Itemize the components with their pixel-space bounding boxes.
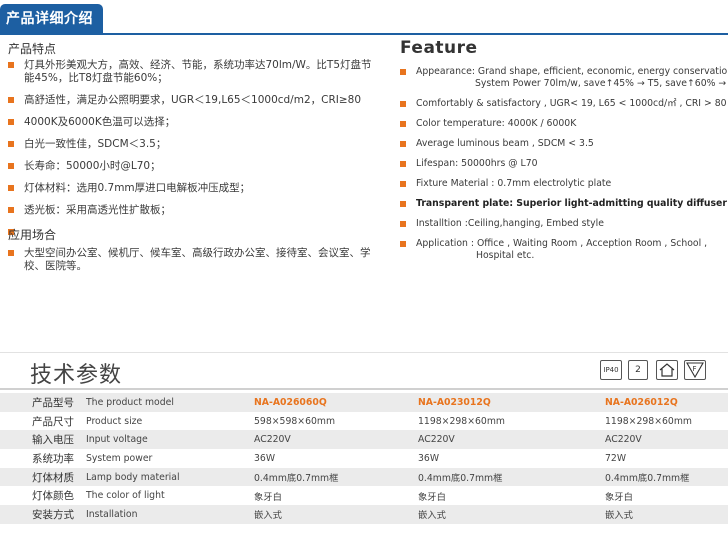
bullet-icon bbox=[8, 207, 14, 213]
header-divider bbox=[0, 33, 728, 35]
ceiling-mount-icon bbox=[656, 360, 678, 380]
cn-app-item: 大型空间办公室、候机厅、候车室、高级行政办公室、接待室、会议室、学校、医院等。 bbox=[8, 247, 378, 273]
en-feature-item: Transparent plate: Superior light-admitt… bbox=[400, 198, 727, 210]
cn-feature-item bbox=[8, 226, 378, 239]
cn-features-list: 灯具外形美观大方，高效、经济、节能，系统功率达70lm/W。比T5灯盘节能45%… bbox=[8, 59, 378, 248]
cn-apps-title: 应用场合 bbox=[8, 228, 57, 242]
table-row: 灯体材质 Lamp body material 0.4mm底0.7mm框 0.4… bbox=[0, 467, 728, 487]
en-features-list: Appearance: Grand shape, efficient, econ… bbox=[400, 66, 728, 270]
table-row: 安装方式 Installation 嵌入式 嵌入式 嵌入式 bbox=[0, 505, 728, 524]
bullet-icon bbox=[400, 241, 406, 247]
cn-feature-item: 高舒适性，满足办公照明要求，UGR＜19,L65＜1000cd/m2，CRI≥8… bbox=[8, 94, 378, 107]
tech-divider bbox=[0, 388, 728, 390]
section-title: 产品详细介绍 bbox=[6, 11, 93, 27]
table-row: 输入电压 Input voltage AC220V AC220V AC220V bbox=[0, 430, 728, 450]
cn-feature-item: 长寿命：50000小时@L70； bbox=[8, 160, 378, 173]
bullet-icon bbox=[8, 62, 14, 68]
f-mark-icon: F bbox=[684, 360, 706, 380]
cn-feature-item: 白光一致性佳，SDCM＜3.5； bbox=[8, 138, 378, 151]
bullet-icon bbox=[400, 141, 406, 147]
spec-table: 产品型号 The product model NA-A026060Q NA-A0… bbox=[0, 393, 728, 524]
bullet-icon bbox=[8, 97, 14, 103]
bullet-icon bbox=[400, 181, 406, 187]
bullet-icon bbox=[8, 119, 14, 125]
cn-feature-item: 灯体材料：选用0.7mm厚进口电解板冲压成型； bbox=[8, 182, 378, 195]
cn-feature-item: 透光板：采用高透光性扩散板； bbox=[8, 204, 378, 217]
tech-title: 技术参数 bbox=[30, 363, 123, 388]
bullet-icon bbox=[400, 69, 406, 75]
table-row: 产品型号 The product model NA-A026060Q NA-A0… bbox=[0, 393, 728, 412]
table-row: 灯体颜色 The color of light 象牙白 象牙白 象牙白 bbox=[32, 490, 633, 503]
en-feature-item: Lifespan: 50000hrs @ L70 bbox=[400, 158, 726, 170]
en-feature-item: Application : Office , Waiting Room , Ac… bbox=[400, 238, 726, 262]
bullet-icon bbox=[400, 201, 406, 207]
table-row: 产品尺寸 Product size 598×598×60mm 1198×298×… bbox=[32, 415, 692, 428]
en-feature-item: Fixture Material : 0.7mm electrolytic pl… bbox=[400, 178, 726, 190]
ip-rating-icon: IP40 bbox=[600, 360, 622, 380]
bullet-icon bbox=[400, 101, 406, 107]
en-feature-title: Feature bbox=[400, 38, 478, 58]
bullet-icon bbox=[400, 121, 406, 127]
bullet-icon bbox=[400, 161, 406, 167]
cn-feature-item: 4000K及6000K色温可以选择； bbox=[8, 116, 378, 129]
en-feature-item: Installtion :Ceiling,hanging, Embed styl… bbox=[400, 218, 726, 230]
section-tab: 产品详细介绍 bbox=[0, 4, 103, 34]
en-feature-item: Average luminous beam , SDCM < 3.5 bbox=[400, 138, 726, 150]
bullet-icon bbox=[400, 221, 406, 227]
cn-apps-list: 大型空间办公室、候机厅、候车室、高级行政办公室、接待室、会议室、学校、医院等。 bbox=[8, 247, 378, 282]
class-2-icon: 2 bbox=[628, 360, 648, 380]
bullet-icon bbox=[8, 185, 14, 191]
en-feature-item: Appearance: Grand shape, efficient, econ… bbox=[400, 66, 728, 90]
table-row: 系统功率 System power 36W 36W 72W bbox=[32, 452, 627, 465]
en-feature-item: Comfortably & satisfactory , UGR< 19, L6… bbox=[400, 98, 727, 110]
cn-feature-item: 灯具外形美观大方，高效、经济、节能，系统功率达70lm/W。比T5灯盘节能45%… bbox=[8, 59, 378, 85]
en-feature-item: Color temperature: 4000K / 6000K bbox=[400, 118, 726, 130]
svg-text:F: F bbox=[693, 365, 697, 373]
bullet-icon bbox=[8, 250, 14, 256]
bullet-icon bbox=[8, 163, 14, 169]
bullet-icon bbox=[8, 141, 14, 147]
section-divider bbox=[0, 352, 728, 353]
cn-features-title: 产品特点 bbox=[8, 42, 57, 56]
